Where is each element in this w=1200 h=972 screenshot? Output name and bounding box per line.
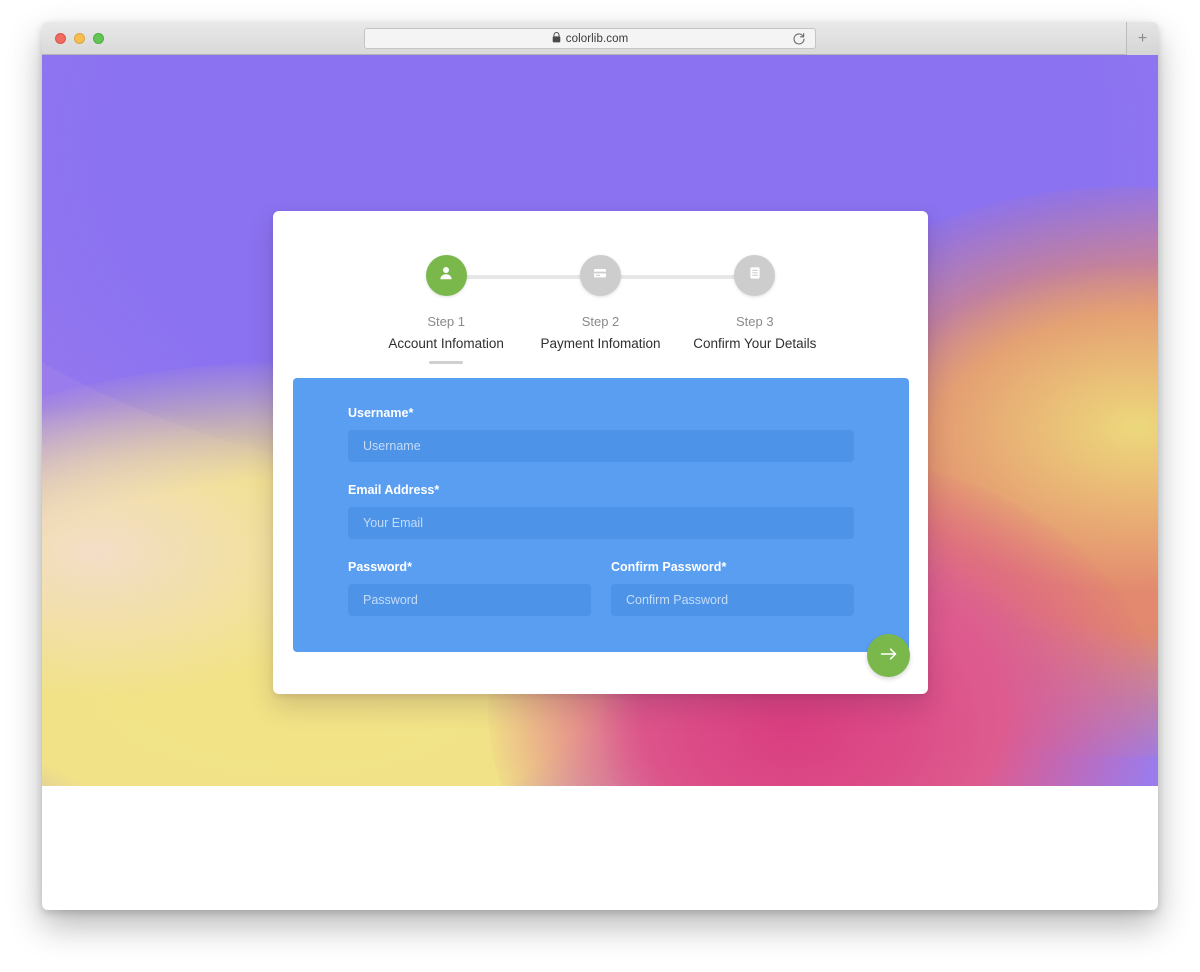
email-field-block: Email Address* bbox=[348, 483, 854, 539]
confirm-password-input[interactable] bbox=[611, 584, 854, 616]
page-viewport: Step 1 Account Infomation Step 2 Payment… bbox=[42, 55, 1158, 910]
close-window-button[interactable] bbox=[55, 33, 66, 44]
lock-icon bbox=[552, 30, 561, 48]
username-field-block: Username* bbox=[348, 406, 854, 462]
new-tab-button[interactable]: + bbox=[1126, 22, 1158, 55]
browser-window: colorlib.com + Step 1 Account Infomation… bbox=[42, 22, 1158, 910]
password-label: Password* bbox=[348, 560, 591, 574]
wizard-card: Step 1 Account Infomation Step 2 Payment… bbox=[273, 211, 928, 694]
email-required-mark: * bbox=[434, 483, 440, 497]
password-input[interactable] bbox=[348, 584, 591, 616]
username-label: Username* bbox=[348, 406, 854, 420]
username-label-text: Username bbox=[348, 406, 409, 420]
confirm-password-label: Confirm Password* bbox=[611, 560, 854, 574]
plus-icon: + bbox=[1137, 29, 1148, 47]
document-list-icon bbox=[747, 265, 763, 286]
wizard-stepper: Step 1 Account Infomation Step 2 Payment… bbox=[273, 211, 928, 364]
step-1-circle[interactable] bbox=[425, 255, 467, 296]
email-input[interactable] bbox=[348, 507, 854, 539]
window-controls bbox=[55, 33, 104, 44]
password-field-block: Password* bbox=[348, 560, 591, 616]
password-label-text: Password bbox=[348, 560, 408, 574]
confirm-password-required-mark: * bbox=[721, 560, 727, 574]
step-3-circle[interactable] bbox=[734, 255, 776, 296]
stepper-steps: Step 1 Account Infomation Step 2 Payment… bbox=[273, 255, 928, 364]
credit-card-icon bbox=[592, 265, 608, 286]
user-icon bbox=[438, 265, 454, 286]
stepper-step-confirm-your-details[interactable]: Step 3 Confirm Your Details bbox=[678, 255, 832, 364]
arrow-right-icon bbox=[880, 647, 898, 664]
step-2-circle[interactable] bbox=[579, 255, 621, 296]
step-3-number: Step 3 bbox=[736, 314, 774, 329]
step-2-title: Payment Infomation bbox=[540, 336, 661, 351]
next-step-button[interactable] bbox=[867, 634, 910, 677]
step-2-number: Step 2 bbox=[581, 314, 620, 329]
account-information-form: Username* Email Address* Password* Confi… bbox=[293, 378, 909, 652]
username-required-mark: * bbox=[408, 406, 414, 420]
step-1-active-underline bbox=[429, 361, 464, 364]
step-3-title: Confirm Your Details bbox=[693, 336, 817, 351]
minimize-window-button[interactable] bbox=[74, 33, 85, 44]
step-1-title: Account Infomation bbox=[388, 336, 504, 351]
username-input[interactable] bbox=[348, 430, 854, 462]
browser-toolbar: colorlib.com + bbox=[42, 22, 1158, 55]
address-bar[interactable]: colorlib.com bbox=[364, 28, 816, 49]
stepper-step-payment-information[interactable]: Step 2 Payment Infomation bbox=[523, 255, 677, 364]
password-row: Password* Confirm Password* bbox=[348, 560, 854, 616]
reload-icon[interactable] bbox=[792, 32, 806, 51]
zoom-window-button[interactable] bbox=[93, 33, 104, 44]
email-label: Email Address* bbox=[348, 483, 854, 497]
url-text: colorlib.com bbox=[565, 32, 629, 45]
step-1-number: Step 1 bbox=[427, 314, 465, 329]
confirm-password-field-block: Confirm Password* bbox=[611, 560, 854, 616]
password-required-mark: * bbox=[407, 560, 412, 574]
url-group: colorlib.com bbox=[552, 30, 629, 48]
confirm-password-label-text: Confirm Password bbox=[611, 560, 722, 574]
stepper-step-account-information[interactable]: Step 1 Account Infomation bbox=[369, 255, 523, 364]
email-label-text: Email Address bbox=[348, 483, 435, 497]
